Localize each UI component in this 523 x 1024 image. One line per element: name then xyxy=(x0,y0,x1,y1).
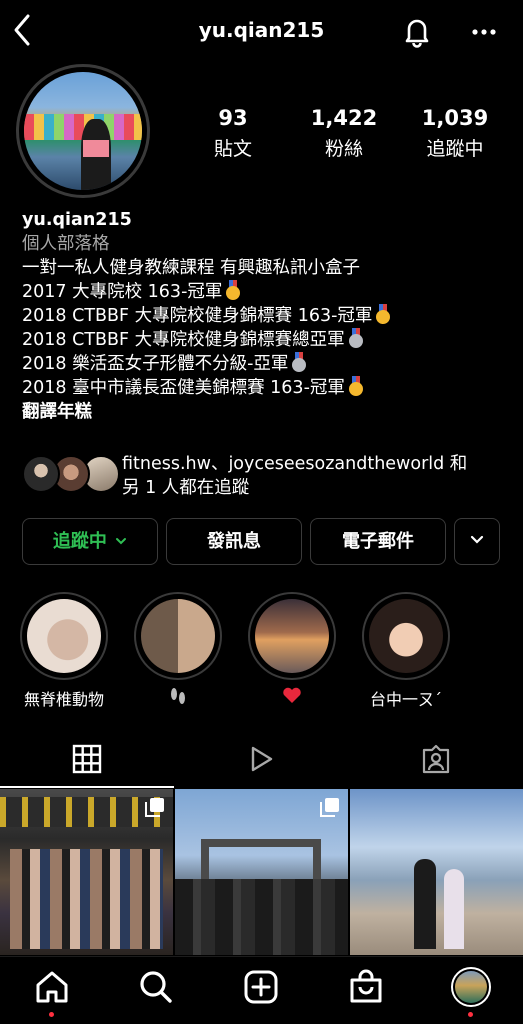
bottom-navigation xyxy=(0,956,523,1024)
posts-number: 93 xyxy=(218,106,248,130)
highlight-cover xyxy=(369,599,443,673)
search-icon[interactable] xyxy=(136,967,176,1007)
top-bar: yu.qian215 xyxy=(0,0,523,64)
followed-by-text: fitness.hw、joyceseesozandtheworld 和 另 1 … xyxy=(122,454,468,498)
notification-dot xyxy=(468,1012,473,1017)
shop-icon[interactable] xyxy=(346,967,386,1007)
more-options-icon[interactable] xyxy=(470,18,498,46)
following-button[interactable]: 追蹤中 xyxy=(22,518,158,565)
notification-dot xyxy=(49,1012,54,1017)
tab-reels[interactable] xyxy=(174,730,348,788)
highlight-cover xyxy=(141,599,215,673)
red-heart-icon xyxy=(283,687,301,703)
multiple-photos-icon xyxy=(145,798,164,817)
grid-icon xyxy=(72,744,102,774)
gold-medal-icon xyxy=(226,280,241,300)
create-post-icon[interactable] xyxy=(241,967,281,1007)
followers-number: 1,422 xyxy=(310,106,378,130)
post-thumbnail[interactable] xyxy=(0,789,173,955)
highlight-item[interactable] xyxy=(134,592,222,710)
post-grid xyxy=(0,789,523,955)
message-button[interactable]: 發訊息 xyxy=(166,518,302,565)
bio-line: 2018 CTBBF 大專院校健身錦標賽 163-冠軍 xyxy=(22,304,512,328)
bio-line: 一對一私人健身教練課程 有興趣私訊小盒子 xyxy=(22,258,361,278)
gold-medal-icon xyxy=(376,304,391,324)
highlight-label: 台中一ㄡˊ xyxy=(369,690,442,709)
footprints-icon xyxy=(171,688,185,704)
profile-avatar[interactable] xyxy=(451,967,491,1007)
bio-line: 2017 大專院校 163-冠軍 xyxy=(22,280,512,304)
tab-tagged[interactable] xyxy=(348,730,522,788)
chevron-down-icon xyxy=(116,538,127,545)
bell-icon[interactable] xyxy=(400,14,434,48)
following-button-label: 追蹤中 xyxy=(52,531,107,552)
posts-label: 貼文 xyxy=(213,138,252,160)
highlight-cover xyxy=(255,599,329,673)
silver-medal-icon xyxy=(292,352,307,372)
chevron-down-icon xyxy=(470,535,484,544)
highlight-cover xyxy=(27,599,101,673)
highlight-item[interactable]: 無脊椎動物 xyxy=(20,592,108,710)
following-number: 1,039 xyxy=(421,106,489,130)
following-label: 追蹤中 xyxy=(426,138,484,160)
bio-line: 2018 臺中市議長盃健美錦標賽 163-冠軍 xyxy=(22,376,512,400)
highlight-label xyxy=(248,686,336,708)
profile-avatar[interactable] xyxy=(16,64,150,198)
posts-count[interactable]: 93 貼文 xyxy=(188,106,278,161)
follower-avatar xyxy=(22,455,60,493)
tagged-icon xyxy=(422,744,450,774)
highlight-item[interactable] xyxy=(248,592,336,708)
profile-username-title: yu.qian215 xyxy=(198,18,325,42)
followers-count[interactable]: 1,422 粉絲 xyxy=(299,106,389,161)
silver-medal-icon xyxy=(348,328,363,348)
post-thumbnail[interactable] xyxy=(175,789,348,955)
translate-bio-link[interactable]: 翻譯年糕 xyxy=(22,400,512,424)
tab-posts-grid[interactable] xyxy=(0,730,174,788)
followed-by[interactable]: fitness.hw、joyceseesozandtheworld 和 另 1 … xyxy=(22,452,512,502)
bio-line: 2018 樂活盃女子形體不分級-亞軍 xyxy=(22,352,512,376)
highlight-label xyxy=(134,686,222,710)
profile-photo xyxy=(24,72,142,190)
email-button[interactable]: 電子郵件 xyxy=(310,518,446,565)
profile-category: 個人部落格 xyxy=(22,234,110,254)
suggested-accounts-button[interactable] xyxy=(454,518,500,565)
gold-medal-icon xyxy=(348,376,363,396)
profile-tabs xyxy=(0,730,523,788)
followers-label: 粉絲 xyxy=(324,138,363,160)
home-icon[interactable] xyxy=(32,967,72,1007)
profile-name: yu.qian215 xyxy=(22,210,132,230)
highlight-label: 無脊椎動物 xyxy=(23,690,104,709)
profile-bio: yu.qian215 個人部落格 一對一私人健身教練課程 有興趣私訊小盒子 20… xyxy=(22,208,512,424)
reels-play-icon xyxy=(251,746,273,772)
bio-line: 2018 CTBBF 大專院校健身錦標賽總亞軍 xyxy=(22,328,512,352)
highlight-item[interactable]: 台中一ㄡˊ xyxy=(362,592,450,710)
multiple-photos-icon xyxy=(320,798,339,817)
post-thumbnail[interactable] xyxy=(350,789,523,955)
following-count[interactable]: 1,039 追蹤中 xyxy=(410,106,500,161)
